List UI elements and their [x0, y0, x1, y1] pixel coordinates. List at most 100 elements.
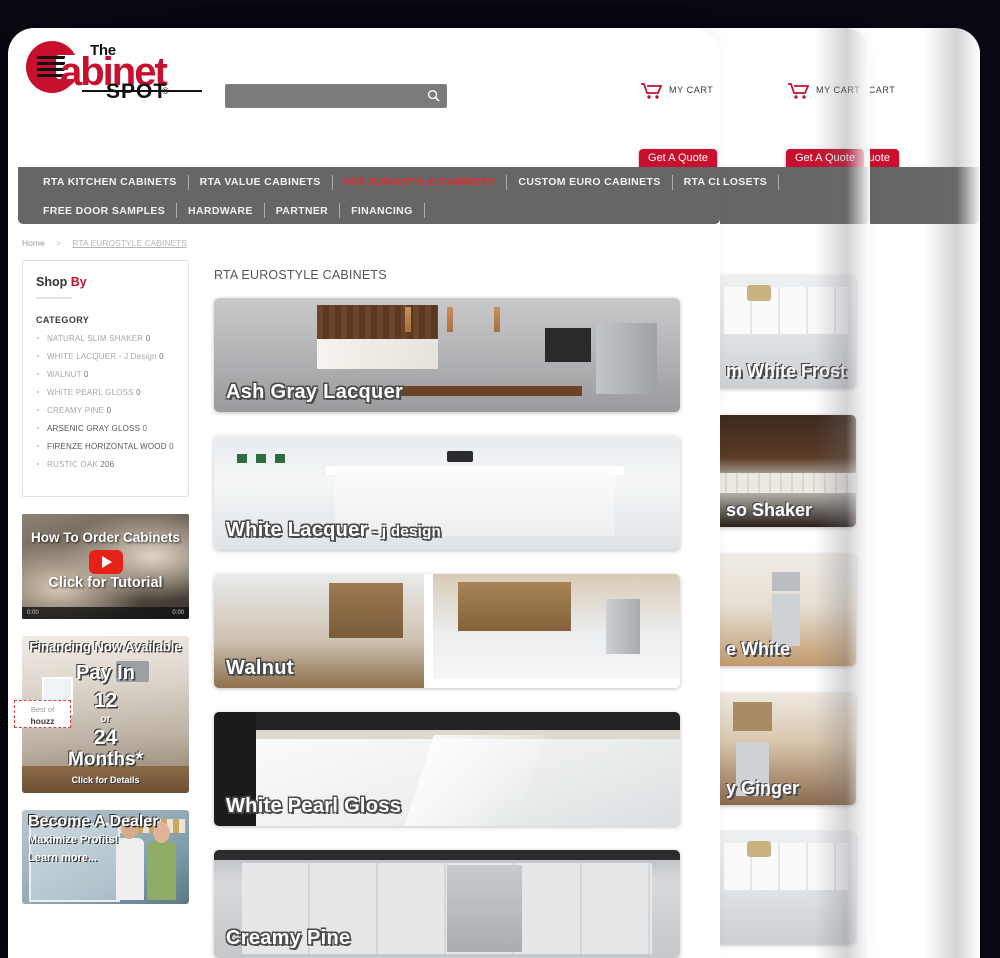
cart-widget[interactable]: MY CART — [640, 80, 720, 114]
person-detail-1 — [115, 817, 144, 901]
cart-icon — [788, 83, 810, 99]
product-tile-walnut[interactable]: Walnut — [214, 574, 680, 688]
category-item-count: 206 — [100, 460, 115, 469]
shop-by-word-shop: Shop — [36, 275, 71, 289]
product-tile-caption: Ash Gray Lacquer — [226, 381, 403, 404]
pendant-light-detail — [493, 307, 500, 333]
category-item-count: 0 — [136, 388, 141, 397]
video-promo-subtitle: Click for Tutorial — [48, 575, 163, 591]
product-tile-layer-2-4[interactable]: y Ginger — [716, 693, 856, 805]
category-item-natural-slim-shaker[interactable]: NATURAL SLIM SHAKER 0 — [36, 334, 175, 352]
get-a-quote-button[interactable]: Get A Quote — [639, 149, 717, 168]
nav-separator — [263, 203, 265, 218]
product-tile-caption: White Pearl Gloss — [226, 795, 401, 818]
category-item-white-pearl-gloss[interactable]: WHiTE PEARL GLOSS 0 — [36, 388, 175, 406]
category-item-count: 0 — [142, 424, 148, 433]
category-item-firenze-horizontal-wood[interactable]: FIRENZE HORIZONTAL WOOD 0 — [36, 442, 175, 460]
caption-sub: - j design — [367, 523, 442, 540]
nav-item-financing[interactable]: FINANCING — [340, 205, 423, 217]
nav-separator — [176, 203, 178, 218]
main-nav: RTA KITCHEN CABINETS RTA VALUE CABINETS … — [18, 167, 720, 224]
page-card-main[interactable]: abinet The SPOT ® MY CART Get A Quote RT… — [8, 28, 720, 958]
nav-item-custom-euro-cabinets[interactable]: CUSTOM EURO CABINETS — [507, 176, 671, 188]
nav-item-truncated-layer-2[interactable]: LOSETS — [712, 176, 778, 188]
logo-word-the: The — [90, 42, 116, 59]
category-item-count: 0 — [145, 334, 151, 343]
category-item-count: 0 — [159, 352, 164, 361]
category-item-count: 0 — [83, 370, 89, 379]
category-item-white-lacquer-j-design[interactable]: WHITE LACQUER - J Design 0 — [36, 352, 175, 370]
upper-cabinets-detail — [724, 843, 848, 891]
category-item-creamy-pine[interactable]: CREAMY PINE 0 — [36, 406, 175, 424]
breadcrumb-current[interactable]: RTA EUROSTYLE CABINETS — [72, 238, 186, 248]
category-item-label: WHITE LACQUER - J Design — [47, 352, 157, 361]
dealer-headline: Become A Dealer — [28, 813, 159, 830]
bottle-detail — [255, 454, 266, 464]
video-time-current: 0:00 — [27, 610, 39, 616]
search-icon[interactable] — [427, 89, 440, 102]
product-tile-layer-2-3[interactable]: e White — [716, 554, 856, 666]
nav-item-rta-kitchen-cabinets[interactable]: RTA KITCHEN CABINETS — [32, 176, 188, 188]
product-tile-layer-2-2[interactable]: so Shaker — [716, 415, 856, 527]
category-item-walnut[interactable]: WALNUT 0 — [36, 370, 175, 388]
cart-label: MY CART — [669, 85, 714, 95]
category-item-label: ARSENIC GRAY GLOSS — [47, 424, 141, 433]
product-tile-layer-2-1[interactable]: m White Frost — [716, 276, 856, 388]
island-countertop-detail — [386, 385, 583, 397]
product-tile-white-pearl-gloss[interactable]: White Pearl Gloss — [214, 712, 680, 826]
backsplash-detail — [716, 473, 856, 494]
get-a-quote-button-layer-2[interactable]: Get A Quote — [786, 149, 864, 168]
logo-word-spot: SPOT — [106, 80, 168, 103]
wall-cabinet-detail — [329, 583, 403, 638]
nav-separator — [423, 203, 425, 218]
video-tutorial-promo[interactable]: How To Order Cabinets Click for Tutorial… — [22, 514, 189, 619]
product-tile-caption: Walnut — [226, 657, 294, 680]
product-tile-caption: White Lacquer - j design — [226, 519, 441, 542]
chandelier-detail — [746, 284, 771, 301]
nav-item-hardware[interactable]: HARDWARE — [177, 205, 264, 217]
site-logo[interactable]: abinet The SPOT ® — [22, 36, 202, 103]
dealer-subline: Maximize Profits! — [28, 834, 119, 846]
play-button-icon[interactable] — [88, 550, 123, 574]
marble-backsplash-detail — [316, 339, 438, 369]
product-tile-layer-2-5[interactable] — [716, 832, 856, 944]
best-of-houzz-badge[interactable]: Best of houzz — [14, 700, 71, 728]
become-a-dealer-promo[interactable]: Become A Dealer Maximize Profits! Learn … — [22, 810, 189, 904]
category-item-rustic-oak[interactable]: RUSTIC OAK 206 — [36, 460, 175, 478]
nav-item-rta-closets[interactable]: RTA CLOSETS — [673, 176, 720, 188]
category-item-arsenic-gray-gloss[interactable]: ARSENIC GRAY GLOSS 0 — [36, 424, 175, 442]
bottle-detail — [274, 454, 285, 464]
chandelier-detail — [746, 840, 771, 857]
search-bar[interactable] — [225, 84, 447, 108]
page-title: RTA EUROSTYLE CABINETS — [214, 268, 387, 282]
nav-item-rta-eurostyle-cabinets[interactable]: RTA EUROSTYLE CABINETS — [333, 176, 507, 188]
wall-oven-detail — [544, 327, 592, 362]
page-content: Shop By CATEGORY NATURAL SLIM SHAKER 0 W… — [8, 260, 720, 958]
nav-separator — [778, 174, 780, 190]
caption-main: White Lacquer — [226, 519, 368, 541]
category-item-label: CREAMY PINE — [47, 406, 105, 415]
shop-by-title: Shop By — [36, 275, 175, 289]
dishwasher-detail — [447, 865, 522, 952]
nav-item-partner[interactable]: PARTNER — [265, 205, 339, 217]
nav-separator — [506, 174, 508, 190]
product-tile-white-lacquer-j-design[interactable]: White Lacquer - j design — [214, 436, 680, 550]
category-item-count: 0 — [106, 406, 112, 415]
breadcrumb-home[interactable]: Home — [22, 238, 45, 248]
houzz-badge-line1: Best of — [30, 705, 55, 714]
search-input[interactable] — [225, 84, 447, 108]
cart-widget-layer-2[interactable]: MY CART — [787, 80, 870, 114]
product-tile-caption: m White Frost — [726, 361, 846, 381]
cart-icon — [641, 83, 663, 99]
microwave-detail — [732, 701, 772, 732]
product-tile-creamy-pine[interactable]: Creamy Pine — [214, 850, 680, 958]
product-tile-caption: y Ginger — [726, 778, 800, 798]
nav-item-free-door-samples[interactable]: FREE DOOR SAMPLES — [32, 205, 176, 217]
nav-separator — [331, 174, 333, 190]
person-detail-2 — [147, 822, 176, 901]
product-tile-caption: e White — [726, 639, 791, 659]
video-controls-bar[interactable]: 0:00 0:00 — [22, 607, 189, 619]
houzz-badge-line2: houzz — [30, 716, 55, 726]
product-tile-ash-gray-lacquer[interactable]: Ash Gray Lacquer — [214, 298, 680, 412]
nav-item-rta-value-cabinets[interactable]: RTA VALUE CABINETS — [189, 176, 332, 188]
